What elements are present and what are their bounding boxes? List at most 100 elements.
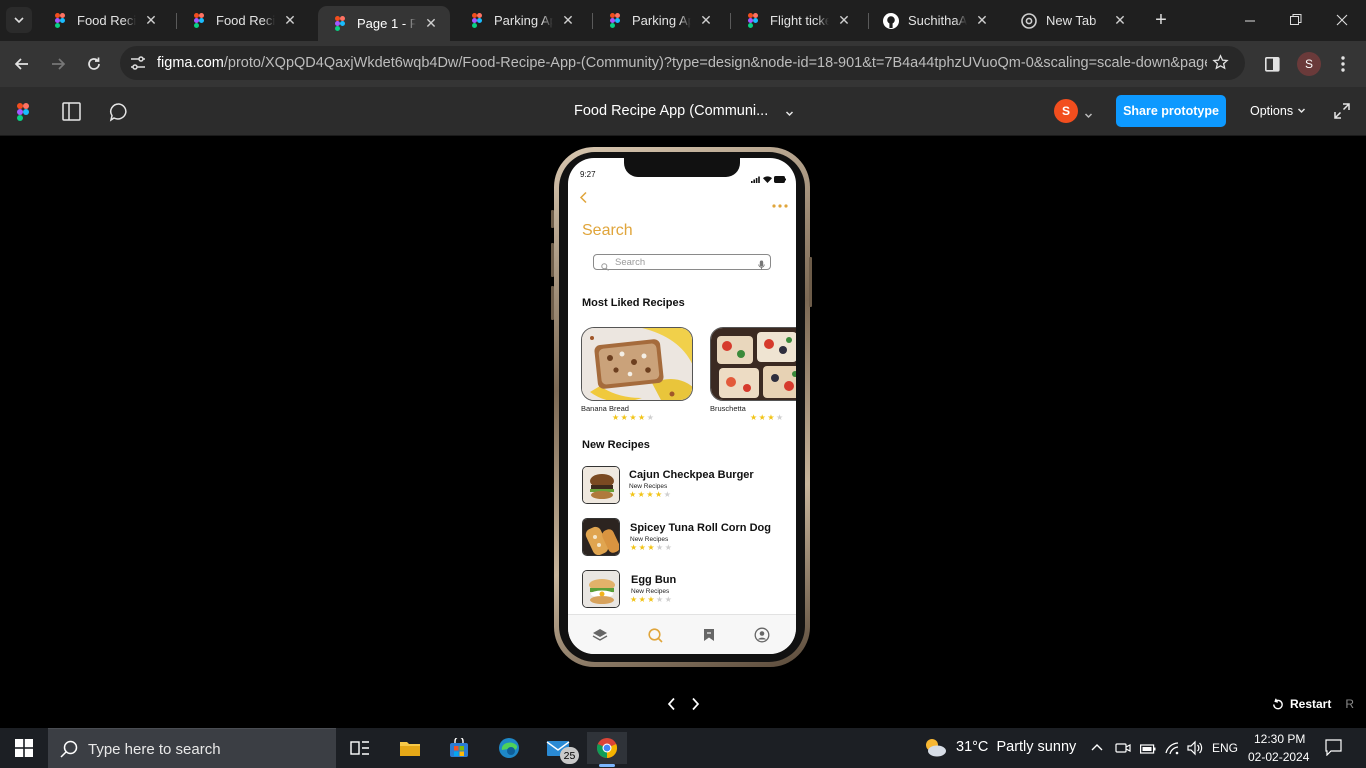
profile-avatar[interactable]: S bbox=[1297, 52, 1321, 76]
side-panel-button[interactable] bbox=[1257, 49, 1287, 79]
phone-side-button bbox=[551, 210, 554, 228]
close-tab-icon[interactable]: ✕ bbox=[142, 12, 160, 30]
arrow-left-icon bbox=[14, 58, 28, 70]
close-tab-icon[interactable]: ✕ bbox=[835, 12, 853, 30]
user-avatar[interactable]: S bbox=[1054, 99, 1078, 123]
tab-parking-app-1[interactable]: Parking App ✕ bbox=[455, 6, 587, 35]
chevron-left-icon bbox=[667, 697, 675, 711]
restart-icon bbox=[1273, 698, 1283, 709]
options-menu[interactable]: Options bbox=[1250, 104, 1306, 118]
clock-date[interactable]: 02-02-2024 bbox=[1248, 750, 1309, 764]
tab-food-recipe-1[interactable]: Food Recipe App (Community) ✕ bbox=[38, 6, 170, 35]
minimize-button[interactable] bbox=[1227, 0, 1273, 40]
restart-button[interactable]: Restart R bbox=[1271, 697, 1354, 711]
comment-icon[interactable] bbox=[109, 102, 129, 127]
taskbar-search[interactable]: Type here to search bbox=[48, 728, 336, 768]
layers-icon[interactable] bbox=[592, 627, 608, 643]
clock-time[interactable]: 12:30 PM bbox=[1254, 732, 1305, 746]
bookmark-icon[interactable] bbox=[701, 627, 717, 643]
new-tab-button[interactable]: + bbox=[1150, 9, 1172, 31]
more-options-icon[interactable] bbox=[772, 195, 788, 213]
tab-parking-app-2[interactable]: Parking App ✕ bbox=[593, 6, 725, 35]
chevron-down-icon[interactable] bbox=[785, 105, 794, 123]
github-icon bbox=[883, 12, 899, 29]
chrome-menu-button[interactable] bbox=[1328, 49, 1358, 79]
bookmark-star-icon[interactable] bbox=[1212, 54, 1229, 76]
recipe-title[interactable]: Spicey Tuna Roll Corn Dog bbox=[630, 522, 771, 534]
tab-search-button[interactable] bbox=[6, 7, 32, 33]
close-tab-icon[interactable]: ✕ bbox=[422, 15, 440, 33]
forward-button[interactable] bbox=[43, 49, 73, 79]
figma-icon bbox=[469, 13, 485, 29]
weather-widget[interactable]: 31°C Partly sunny bbox=[956, 739, 1076, 755]
tab-flight-ticket[interactable]: Flight ticket booking ✕ bbox=[731, 6, 863, 35]
figma-icon bbox=[191, 13, 207, 29]
task-view-button[interactable] bbox=[340, 732, 380, 764]
mail-button[interactable]: 25 bbox=[538, 732, 579, 764]
close-window-button[interactable] bbox=[1319, 0, 1365, 40]
recipe-thumbnail-corn-dog[interactable] bbox=[582, 518, 620, 556]
battery-icon[interactable] bbox=[1140, 742, 1156, 760]
tab-page-1-active[interactable]: Page 1 - Food Recipe App ✕ bbox=[318, 6, 450, 41]
start-button[interactable] bbox=[4, 732, 44, 764]
signal-icon bbox=[751, 170, 760, 188]
tab-food-recipe-2[interactable]: Food Recipe App (Community) ✕ bbox=[177, 6, 309, 35]
fullscreen-icon[interactable] bbox=[1334, 103, 1350, 124]
previous-frame-button[interactable] bbox=[662, 695, 680, 713]
microsoft-store-button[interactable] bbox=[439, 732, 479, 764]
share-prototype-button[interactable]: Share prototype bbox=[1116, 95, 1226, 127]
recipe-thumbnail-burger[interactable] bbox=[582, 466, 620, 504]
close-tab-icon[interactable]: ✕ bbox=[697, 12, 715, 30]
notifications-icon[interactable] bbox=[1325, 739, 1342, 761]
profile-icon[interactable] bbox=[754, 627, 770, 643]
edge-button[interactable] bbox=[489, 732, 529, 764]
recipe-title[interactable]: Egg Bun bbox=[631, 574, 676, 586]
tab-title: Food Recipe App (Community) bbox=[77, 13, 136, 28]
chrome-button[interactable] bbox=[587, 732, 627, 767]
bottom-navigation bbox=[568, 614, 796, 654]
close-tab-icon[interactable]: ✕ bbox=[1111, 12, 1129, 30]
recipe-card-name: Banana Bread bbox=[581, 404, 629, 413]
back-button[interactable] bbox=[7, 49, 37, 79]
chevron-up-icon[interactable] bbox=[1090, 741, 1104, 760]
search-icon[interactable] bbox=[647, 627, 663, 643]
volume-icon[interactable] bbox=[1187, 740, 1203, 761]
microphone-icon[interactable] bbox=[758, 257, 765, 275]
phone-screen: 9:27 Search Search Most Liked Recipes Ba… bbox=[568, 158, 796, 654]
recipe-title[interactable]: Cajun Checkpea Burger bbox=[629, 469, 754, 481]
site-settings-icon[interactable] bbox=[130, 56, 146, 75]
close-tab-icon[interactable]: ✕ bbox=[281, 12, 299, 30]
close-tab-icon[interactable]: ✕ bbox=[973, 12, 991, 30]
restore-button[interactable] bbox=[1273, 0, 1319, 40]
address-bar[interactable]: figma.com/proto/XQpQD4QaxjWkdet6wqb4Dw/F… bbox=[120, 46, 1245, 80]
wifi-icon[interactable] bbox=[1164, 740, 1180, 761]
sidebar-toggle-icon[interactable] bbox=[62, 102, 81, 126]
back-arrow-icon[interactable] bbox=[579, 191, 588, 209]
minimize-icon bbox=[1244, 20, 1255, 21]
meet-now-icon[interactable] bbox=[1115, 740, 1131, 761]
reload-button[interactable] bbox=[79, 49, 109, 79]
status-time: 9:27 bbox=[580, 170, 596, 179]
tab-github[interactable]: SuchithaAnanda ✕ bbox=[869, 6, 1001, 35]
chevron-down-icon bbox=[1297, 108, 1305, 114]
language-indicator[interactable]: ENG bbox=[1212, 741, 1238, 755]
side-panel-icon bbox=[1264, 56, 1280, 72]
store-icon bbox=[450, 738, 468, 757]
file-explorer-button[interactable] bbox=[390, 732, 430, 764]
weather-icon[interactable] bbox=[922, 736, 948, 763]
edge-icon bbox=[499, 738, 519, 758]
next-frame-button[interactable] bbox=[686, 695, 704, 713]
recipe-subtitle: New Recipes bbox=[629, 483, 668, 490]
recipe-thumbnail-egg-bun[interactable] bbox=[582, 570, 620, 608]
close-tab-icon[interactable]: ✕ bbox=[559, 12, 577, 30]
chevron-down-icon[interactable] bbox=[1084, 107, 1093, 125]
recipe-card-image-banana-bread[interactable] bbox=[581, 327, 693, 401]
figma-logo-icon[interactable] bbox=[17, 103, 29, 126]
file-title[interactable]: Food Recipe App (Communi... bbox=[574, 103, 768, 119]
rating-stars: ★★★★★ bbox=[630, 543, 674, 552]
recipe-search-input[interactable]: Search bbox=[593, 254, 771, 271]
figma-icon bbox=[745, 13, 761, 29]
folder-icon bbox=[400, 742, 420, 756]
recipe-card-image-bruschetta[interactable] bbox=[710, 327, 796, 401]
tab-new-tab[interactable]: New Tab ✕ bbox=[1007, 6, 1139, 35]
